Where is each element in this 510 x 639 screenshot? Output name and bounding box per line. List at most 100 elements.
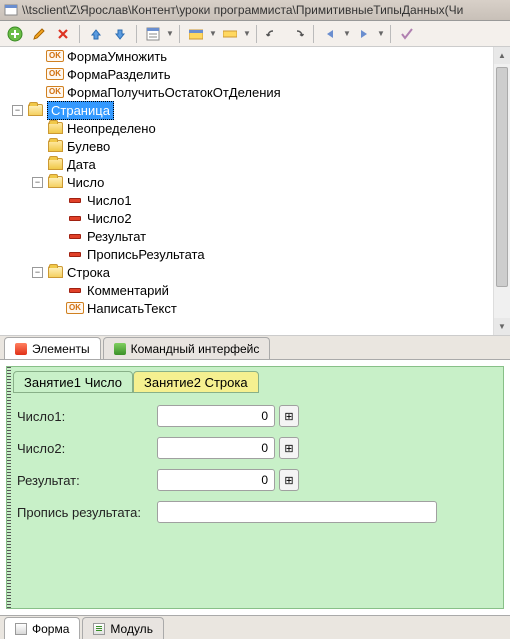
edit-button[interactable] <box>28 23 50 45</box>
group-button[interactable] <box>185 23 207 45</box>
tab-label: Модуль <box>110 622 153 636</box>
tree-row[interactable]: − Строка <box>0 263 510 281</box>
move-down-button[interactable] <box>109 23 131 45</box>
next-button[interactable] <box>353 23 375 45</box>
field-label: Результат: <box>17 473 157 488</box>
tab-label: Форма <box>32 622 69 636</box>
tree-label: Число1 <box>87 193 132 208</box>
chislo2-input[interactable] <box>157 437 275 459</box>
tree-row[interactable]: Неопределено <box>0 119 510 137</box>
form-preview: Занятие1 Число Занятие2 Строка Число1: ⊞… <box>0 360 510 615</box>
tab-label: Командный интерфейс <box>131 342 260 356</box>
tree-row[interactable]: Дата <box>0 155 510 173</box>
collapse-icon[interactable]: − <box>32 267 43 278</box>
toolbar: ▼ ▼ ▼ ▼ ▼ <box>0 21 510 47</box>
field-icon <box>67 247 83 261</box>
props-button[interactable] <box>142 23 164 45</box>
form-panel: Занятие1 Число Занятие2 Строка Число1: ⊞… <box>6 366 504 609</box>
scroll-up-icon[interactable]: ▲ <box>494 47 510 64</box>
tree-row[interactable]: Комментарий <box>0 281 510 299</box>
field-icon <box>67 283 83 297</box>
dropdown-icon[interactable]: ▼ <box>209 29 217 38</box>
tab-label: Занятие2 Строка <box>144 375 248 390</box>
tree-row[interactable]: Булево <box>0 137 510 155</box>
tree-row[interactable]: OK ФормаУмножить <box>0 47 510 65</box>
form-icon <box>15 623 27 635</box>
calculator-button[interactable]: ⊞ <box>279 437 299 459</box>
tree-row[interactable]: OKФормаРазделить <box>0 65 510 83</box>
field-icon <box>67 229 83 243</box>
tree-label: Неопределено <box>67 121 156 136</box>
check-button[interactable] <box>396 23 418 45</box>
tree-row[interactable]: OKФормаПолучитьОстатокОтДеления <box>0 83 510 101</box>
ruler <box>7 367 11 608</box>
scroll-thumb[interactable] <box>496 67 508 287</box>
titlebar: \\tsclient\Z\Ярослав\Контент\уроки прогр… <box>0 0 510 21</box>
bottom-tabs: Форма Модуль <box>0 615 510 639</box>
inner-tab-2[interactable]: Занятие2 Строка <box>133 371 259 393</box>
calculator-button[interactable]: ⊞ <box>279 469 299 491</box>
elements-icon <box>15 343 27 355</box>
undo-button[interactable] <box>262 23 284 45</box>
tab-label: Элементы <box>32 342 90 356</box>
field-row-chislo2: Число2: ⊞ <box>17 437 493 459</box>
tree-label: ПрописьРезультата <box>87 247 205 262</box>
folder-icon <box>47 157 63 171</box>
scroll-down-icon[interactable]: ▼ <box>494 318 510 335</box>
tree-row[interactable]: − Число <box>0 173 510 191</box>
dropdown-icon[interactable]: ▼ <box>343 29 351 38</box>
dropdown-icon[interactable]: ▼ <box>243 29 251 38</box>
tree-row[interactable]: Результат <box>0 227 510 245</box>
tree-label: Число <box>67 175 104 190</box>
tree-label: Комментарий <box>87 283 169 298</box>
tree-row[interactable]: Число1 <box>0 191 510 209</box>
collapse-icon[interactable]: − <box>12 105 23 116</box>
commands-icon <box>114 343 126 355</box>
tab-command-interface[interactable]: Командный интерфейс <box>103 337 271 359</box>
tree-label: ФормаУмножить <box>67 49 167 64</box>
inner-tab-1[interactable]: Занятие1 Число <box>13 371 133 393</box>
folder-open-icon <box>27 103 43 117</box>
prev-button[interactable] <box>319 23 341 45</box>
add-button[interactable] <box>4 23 26 45</box>
ok-badge-icon: OK <box>47 49 63 63</box>
tab-form[interactable]: Форма <box>4 617 80 639</box>
tree-label: Страница <box>47 101 114 120</box>
chislo1-input[interactable] <box>157 405 275 427</box>
mid-tabs: Элементы Командный интерфейс <box>0 336 510 360</box>
tree-label: ФормаПолучитьОстатокОтДеления <box>67 85 281 100</box>
calculator-button[interactable]: ⊞ <box>279 405 299 427</box>
tab-elements[interactable]: Элементы <box>4 337 101 359</box>
folder-icon <box>47 139 63 153</box>
folder-icon <box>47 121 63 135</box>
item-button[interactable] <box>219 23 241 45</box>
delete-button[interactable] <box>52 23 74 45</box>
tree-label: Дата <box>67 157 96 172</box>
redo-button[interactable] <box>286 23 308 45</box>
result-input[interactable] <box>157 469 275 491</box>
tree-label: Результат <box>87 229 146 244</box>
tab-label: Занятие1 Число <box>24 375 122 390</box>
field-icon <box>67 193 83 207</box>
collapse-icon[interactable]: − <box>32 177 43 188</box>
tree-label: Строка <box>67 265 110 280</box>
field-row-propis: Пропись результата: <box>17 501 493 523</box>
tree-row[interactable]: OKНаписатьТекст <box>0 299 510 317</box>
dropdown-icon[interactable]: ▼ <box>377 29 385 38</box>
move-up-button[interactable] <box>85 23 107 45</box>
tree-row[interactable]: Число2 <box>0 209 510 227</box>
field-row-result: Результат: ⊞ <box>17 469 493 491</box>
folder-open-icon <box>47 175 63 189</box>
form-body: Число1: ⊞ Число2: ⊞ Результат: ⊞ Пропись… <box>7 393 503 545</box>
tree-row[interactable]: ПрописьРезультата <box>0 245 510 263</box>
tree-view[interactable]: OK ФормаУмножитьOKФормаРазделитьOKФормаПо… <box>0 47 510 336</box>
field-icon <box>67 211 83 225</box>
tab-module[interactable]: Модуль <box>82 617 164 639</box>
tree-row[interactable]: − Страница <box>0 101 510 119</box>
tree-label: ФормаРазделить <box>67 67 170 82</box>
field-label: Пропись результата: <box>17 505 157 520</box>
scrollbar-vertical[interactable]: ▲ ▼ <box>493 47 510 335</box>
dropdown-icon[interactable]: ▼ <box>166 29 174 38</box>
field-label: Число2: <box>17 441 157 456</box>
propis-input[interactable] <box>157 501 437 523</box>
